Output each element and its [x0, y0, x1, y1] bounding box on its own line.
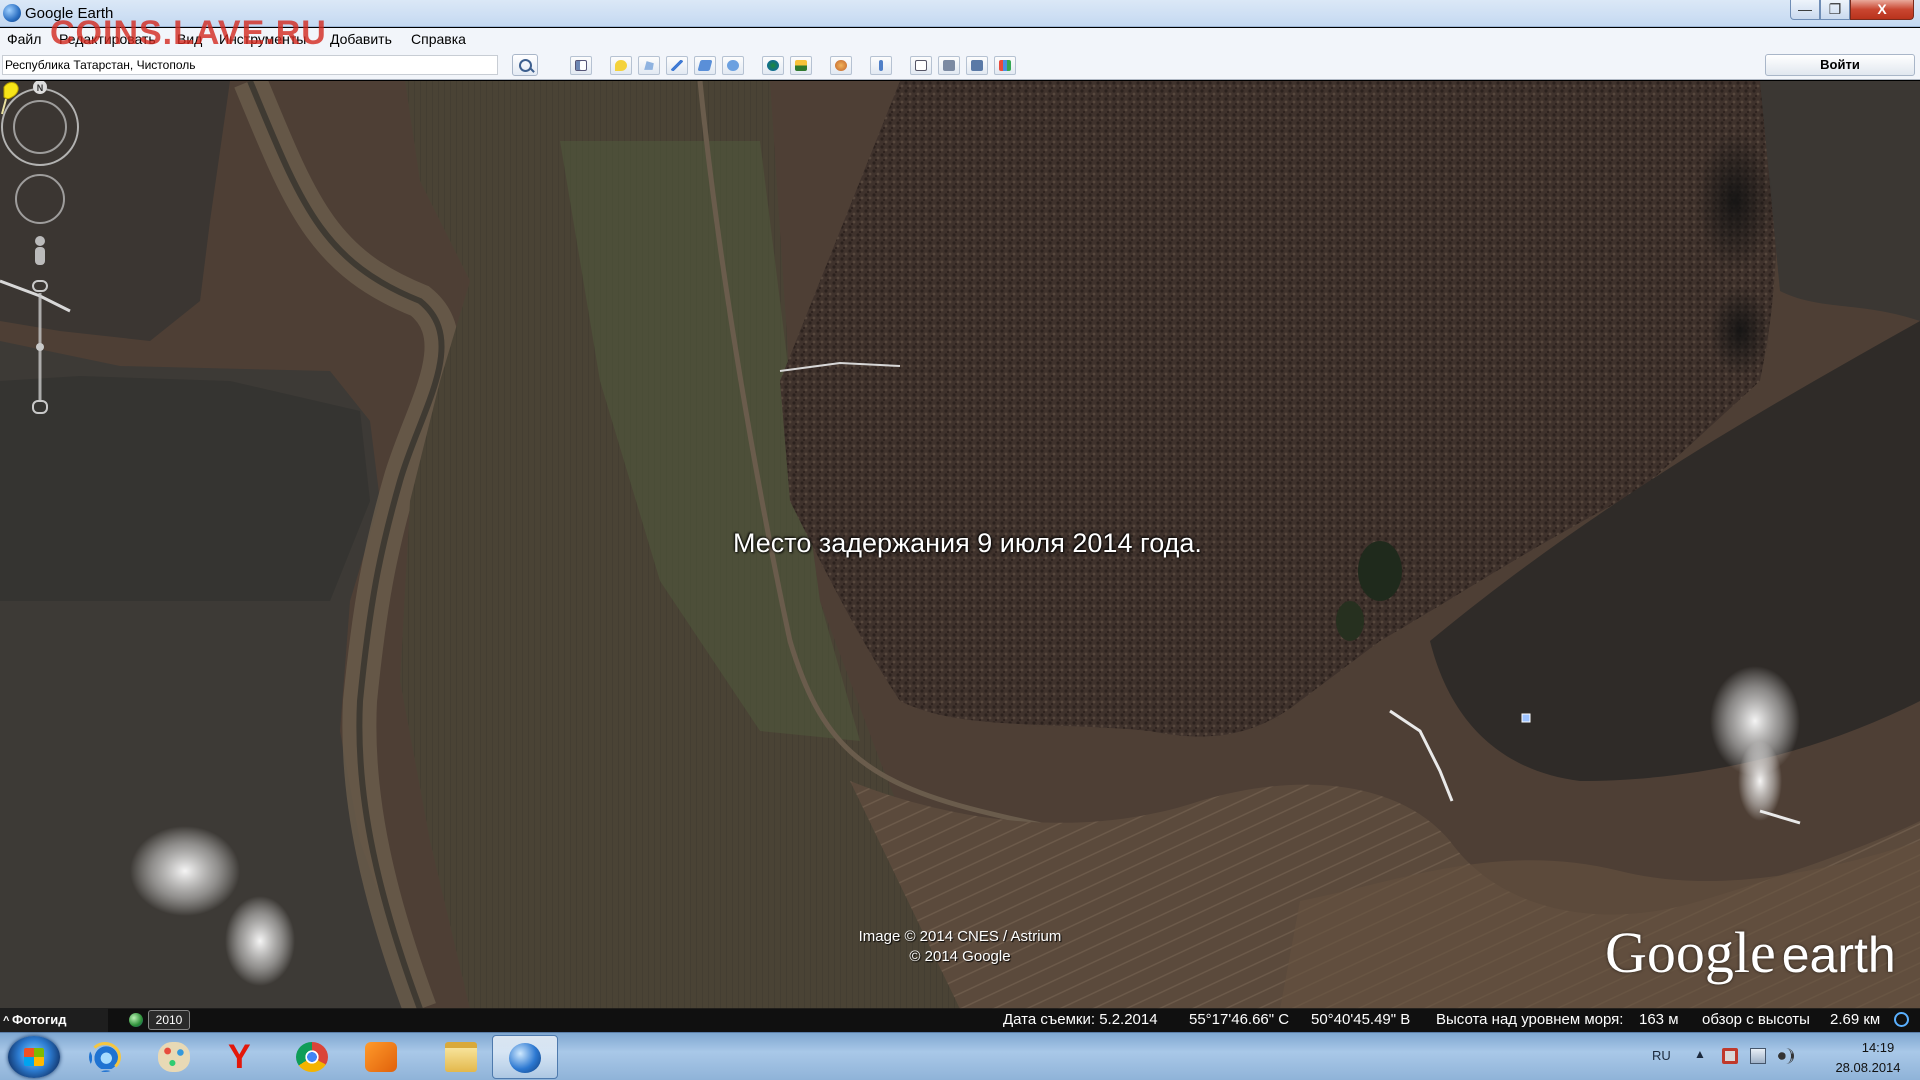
- polygon-icon[interactable]: [638, 56, 660, 75]
- historical-imagery-icon[interactable]: [129, 1013, 143, 1027]
- imagery-credits: Image © 2014 CNES / Astrium © 2014 Googl…: [810, 927, 1110, 967]
- credits-line-1: Image © 2014 CNES / Astrium: [858, 928, 1062, 945]
- clock-date[interactable]: 28.08.2014: [1818, 1060, 1918, 1075]
- elevation-label: Высота над уровнем моря:: [1436, 1011, 1624, 1028]
- close-button[interactable]: X: [1850, 0, 1914, 20]
- tour-guide-button[interactable]: Фотогид: [0, 1008, 108, 1033]
- login-button[interactable]: Войти: [1765, 54, 1915, 76]
- action-center-icon[interactable]: [1722, 1048, 1738, 1064]
- taskbar: Y RU ▲ 14:19 28.08.2014: [0, 1032, 1920, 1080]
- menu-file[interactable]: Файл: [7, 31, 41, 47]
- historical-imagery-icon[interactable]: [762, 56, 784, 75]
- status-bar: Фотогид 2010 Дата съемки: 5.2.2014 55°17…: [0, 1008, 1920, 1033]
- volume-icon[interactable]: [1778, 1048, 1794, 1064]
- watermark: COINS.LAVE.RU: [50, 14, 327, 52]
- placemark-icon[interactable]: [610, 56, 632, 75]
- longitude: 50°40'45.49" В: [1311, 1011, 1411, 1028]
- print-icon[interactable]: [938, 56, 960, 75]
- start-button[interactable]: [8, 1036, 60, 1078]
- maps-icon[interactable]: [994, 56, 1016, 75]
- search-input[interactable]: [2, 55, 498, 75]
- explorer-icon[interactable]: [432, 1035, 490, 1079]
- email-icon[interactable]: [910, 56, 932, 75]
- sunlight-icon[interactable]: [790, 56, 812, 75]
- search-icon[interactable]: [512, 54, 538, 76]
- credits-line-2: © 2014 Google: [909, 948, 1011, 965]
- eye-altitude-label: обзор с высоты: [1702, 1011, 1810, 1028]
- sidebar-icon[interactable]: [570, 56, 592, 75]
- elevation-value: 163 м: [1639, 1011, 1679, 1028]
- streaming-indicator-icon: [1894, 1012, 1909, 1027]
- navigation-controls: N: [1, 81, 79, 414]
- path-icon[interactable]: [666, 56, 688, 75]
- google-earth-app-icon: [3, 4, 21, 22]
- logo-earth-text: earth: [1781, 927, 1896, 983]
- tour-icon[interactable]: [722, 56, 744, 75]
- overlay-icon[interactable]: [694, 56, 716, 75]
- yandex-browser-icon[interactable]: Y: [214, 1035, 272, 1079]
- zoom-slider[interactable]: [32, 280, 48, 414]
- compass-ring[interactable]: [1, 81, 79, 166]
- map-view[interactable]: Место задержания 9 июля 2014 года. Image…: [0, 81, 1920, 1009]
- windows-logo-icon: [24, 1048, 44, 1066]
- chrome-icon[interactable]: [283, 1035, 341, 1079]
- google-earth-icon[interactable]: [492, 1035, 558, 1079]
- language-indicator[interactable]: RU: [1652, 1048, 1671, 1063]
- show-hidden-icons-icon[interactable]: ▲: [1694, 1047, 1706, 1061]
- paint-icon[interactable]: [145, 1035, 203, 1079]
- menu-help[interactable]: Справка: [411, 31, 466, 47]
- save-image-icon[interactable]: [966, 56, 988, 75]
- google-earth-logo: Google earth: [1605, 919, 1896, 986]
- internet-explorer-icon[interactable]: [76, 1035, 134, 1079]
- logo-google-text: Google: [1605, 920, 1776, 985]
- minimize-button[interactable]: —: [1790, 0, 1820, 20]
- ruler-icon[interactable]: [870, 56, 892, 75]
- street-view-pegman-icon[interactable]: [35, 236, 45, 265]
- placemark-label[interactable]: Место задержания 9 июля 2014 года.: [733, 528, 1202, 559]
- maximize-button[interactable]: ❐: [1820, 0, 1850, 20]
- look-joystick[interactable]: [15, 174, 65, 224]
- latitude: 55°17'46.66" С: [1189, 1011, 1290, 1028]
- menu-add[interactable]: Добавить: [330, 31, 392, 47]
- network-icon[interactable]: [1750, 1048, 1766, 1064]
- history-year-badge[interactable]: 2010: [148, 1010, 190, 1030]
- planets-icon[interactable]: [830, 56, 852, 75]
- eye-altitude-value: 2.69 км: [1830, 1011, 1881, 1028]
- compass-n-label: N: [37, 83, 44, 93]
- imagery-date: Дата съемки: 5.2.2014: [1003, 1011, 1158, 1028]
- media-player-icon[interactable]: [352, 1035, 410, 1079]
- clock-time[interactable]: 14:19: [1838, 1040, 1918, 1055]
- toolbar: Войти: [0, 50, 1920, 80]
